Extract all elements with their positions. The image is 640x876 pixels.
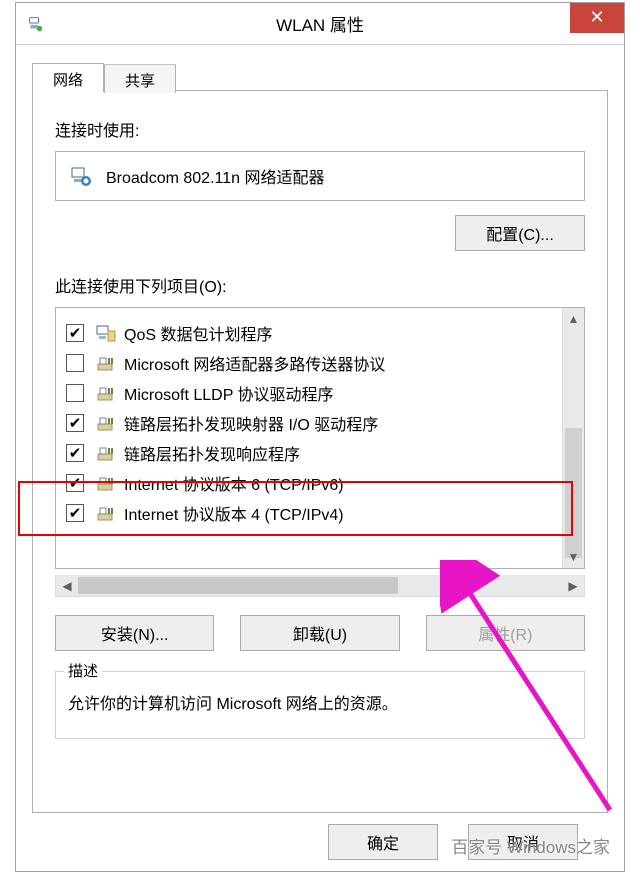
checkbox[interactable]: [66, 384, 84, 402]
list-item[interactable]: Microsoft LLDP 协议驱动程序: [66, 378, 558, 408]
tab-share[interactable]: 共享: [104, 64, 176, 93]
adapter-label: 连接时使用:: [55, 117, 585, 141]
list-item[interactable]: 链路层拓扑发现映射器 I/O 驱动程序: [66, 408, 558, 438]
checkbox[interactable]: [66, 324, 84, 342]
watermark-text: 百家号 Windows之家: [451, 833, 610, 858]
scroll-thumb-horizontal[interactable]: [78, 577, 398, 594]
checkbox[interactable]: [66, 474, 84, 492]
checkbox[interactable]: [66, 444, 84, 462]
description-legend: 描述: [64, 660, 102, 681]
item-label: Internet 协议版本 6 (TCP/IPv6): [124, 471, 344, 495]
titlebar: WLAN 属性 ✕: [16, 3, 624, 45]
scroll-right-icon: ▶: [562, 575, 584, 596]
checkbox[interactable]: [66, 354, 84, 372]
checkbox[interactable]: [66, 414, 84, 432]
description-group: 描述 允许你的计算机访问 Microsoft 网络上的资源。: [55, 671, 585, 739]
network-adapter-icon: [70, 165, 92, 187]
protocol-icon: [96, 474, 116, 492]
list-item[interactable]: 链路层拓扑发现响应程序: [66, 438, 558, 468]
ok-button[interactable]: 确定: [328, 824, 438, 860]
protocol-icon: [96, 414, 116, 432]
scroll-thumb[interactable]: [565, 428, 582, 558]
window-title: WLAN 属性: [16, 11, 624, 36]
description-text: 允许你的计算机访问 Microsoft 网络上的资源。: [68, 696, 398, 713]
item-label: Internet 协议版本 4 (TCP/IPv4): [124, 501, 344, 525]
items-list: QoS 数据包计划程序 Microsoft 网络适配器多路传送器协议 Microso…: [55, 307, 585, 569]
scroll-down-icon: ▼: [563, 546, 584, 568]
items-label: 此连接使用下列项目(O):: [55, 273, 585, 297]
protocol-icon: [96, 444, 116, 462]
horizontal-scrollbar[interactable]: ◀ ▶: [55, 575, 585, 597]
protocol-icon: [96, 384, 116, 402]
install-button[interactable]: 安装(N)...: [55, 615, 214, 651]
list-item[interactable]: QoS 数据包计划程序: [66, 318, 558, 348]
checkbox[interactable]: [66, 504, 84, 522]
adapter-name: Broadcom 802.11n 网络适配器: [106, 164, 324, 188]
protocol-icon: [96, 504, 116, 522]
properties-button: 属性(R): [426, 615, 585, 651]
uninstall-button[interactable]: 卸载(U): [240, 615, 399, 651]
tab-strip: 网络 共享: [32, 59, 608, 91]
protocol-icon: [96, 354, 116, 372]
adapter-display[interactable]: Broadcom 802.11n 网络适配器: [55, 151, 585, 201]
item-label: QoS 数据包计划程序: [124, 321, 272, 345]
tab-network[interactable]: 网络: [32, 63, 104, 92]
client-area: 网络 共享 连接时使用: Broadcom 802.11n 网络适配器 配置(C…: [16, 45, 624, 871]
wlan-properties-dialog: WLAN 属性 ✕ 网络 共享 连接时使用: Broadcom 802.11n …: [15, 2, 625, 872]
item-label: 链路层拓扑发现映射器 I/O 驱动程序: [124, 411, 378, 435]
scroll-left-icon: ◀: [56, 575, 78, 596]
vertical-scrollbar[interactable]: ▲ ▼: [562, 308, 584, 568]
item-label: Microsoft 网络适配器多路传送器协议: [124, 351, 385, 375]
list-item[interactable]: Internet 协议版本 4 (TCP/IPv4): [66, 498, 558, 528]
scroll-up-icon: ▲: [563, 308, 584, 330]
list-item[interactable]: Microsoft 网络适配器多路传送器协议: [66, 348, 558, 378]
tab-panel-network: 连接时使用: Broadcom 802.11n 网络适配器 配置(C)... 此…: [32, 90, 608, 813]
item-label: 链路层拓扑发现响应程序: [124, 441, 300, 465]
configure-button[interactable]: 配置(C)...: [455, 215, 585, 251]
qos-icon: [96, 324, 116, 342]
list-item[interactable]: Internet 协议版本 6 (TCP/IPv6): [66, 468, 558, 498]
item-label: Microsoft LLDP 协议驱动程序: [124, 381, 334, 405]
